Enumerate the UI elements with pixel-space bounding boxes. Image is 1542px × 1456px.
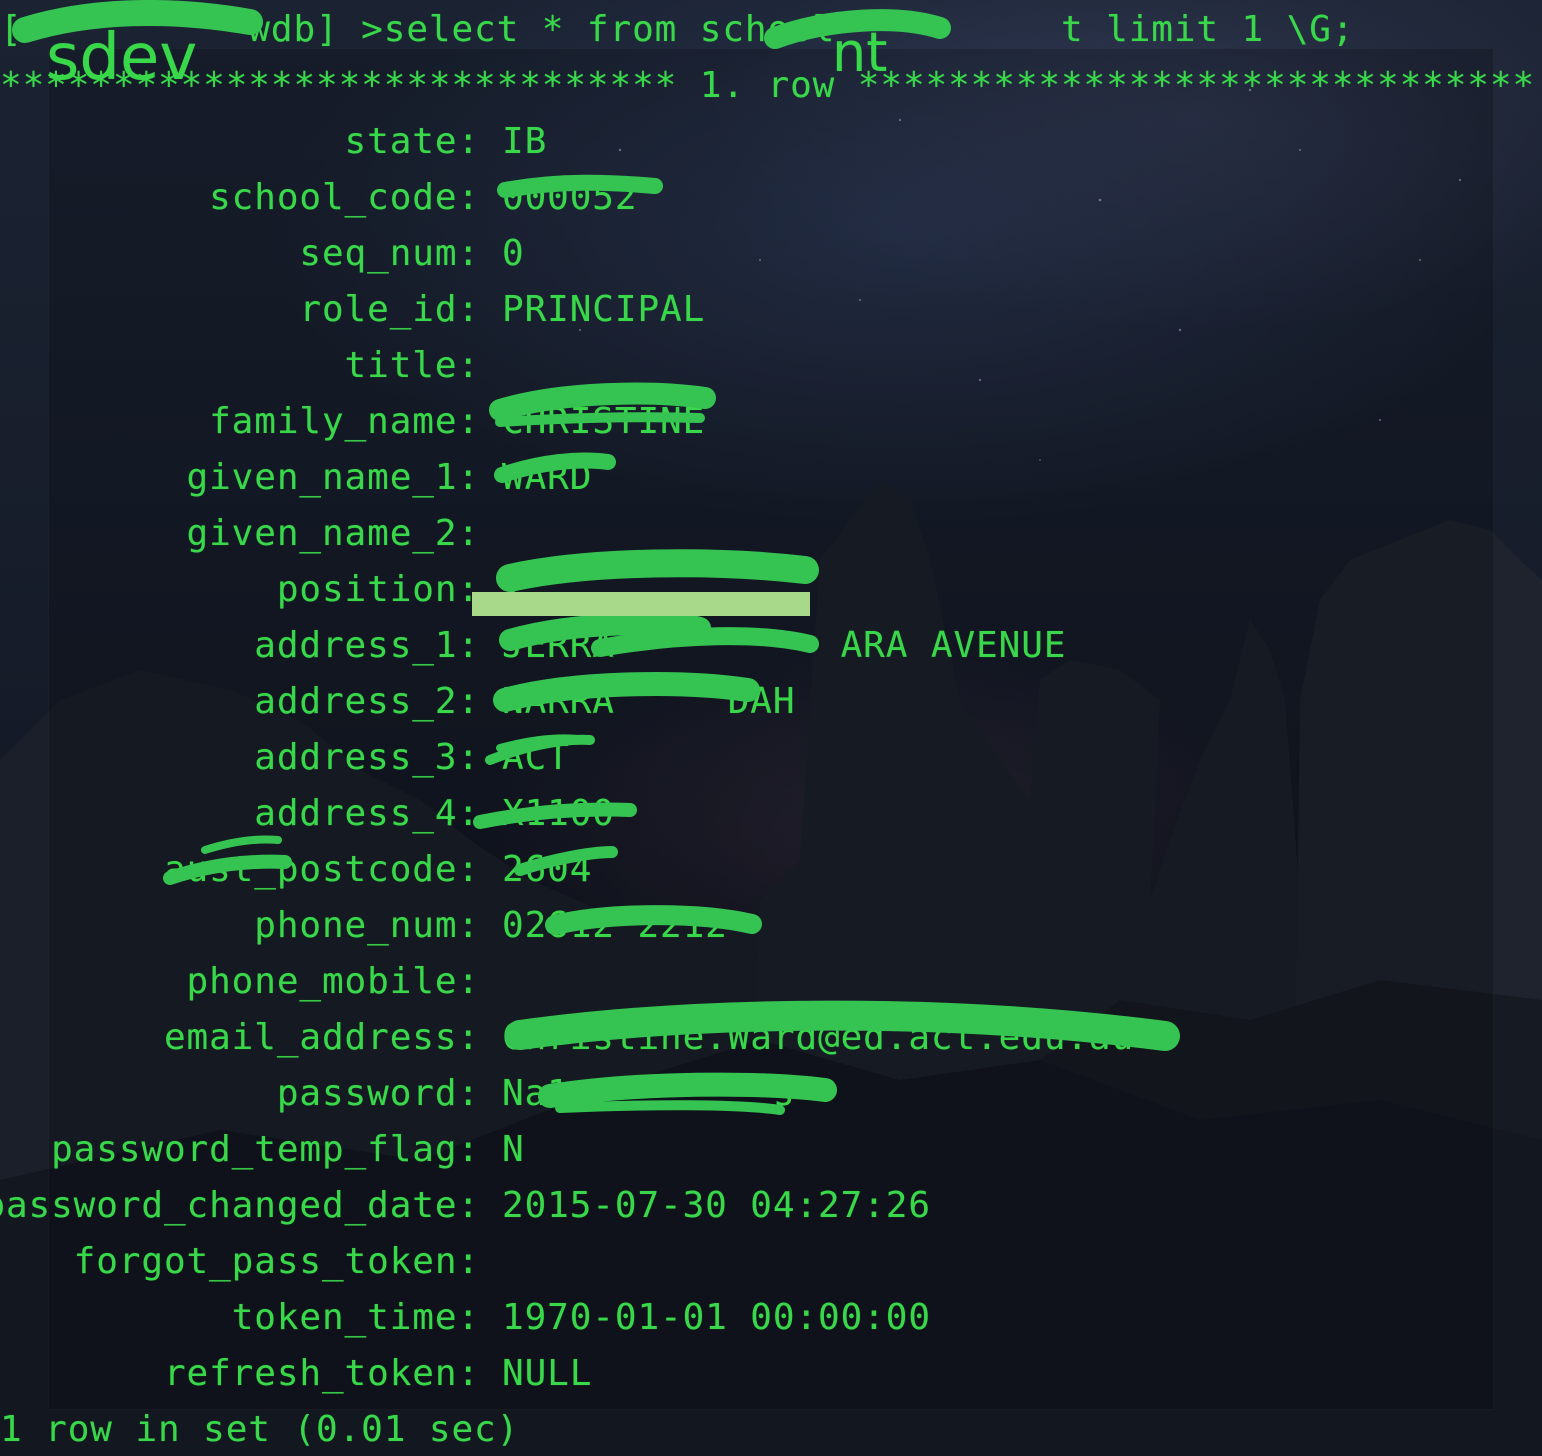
field-label: given_name_2:	[186, 513, 480, 554]
overlay-text-right: nt	[832, 21, 888, 84]
result-field-row: given_name_1: WARD	[0, 458, 1542, 498]
field-label: address_2:	[254, 681, 480, 722]
field-value: 1970-01-01 00:00:00	[502, 1297, 931, 1338]
field-value: CHRISTINE	[502, 401, 706, 442]
result-footer: 1 row in set (0.01 sec)	[0, 1409, 520, 1450]
result-field-row: phone_mobile:	[0, 962, 1542, 1002]
result-field-row: title:	[0, 346, 1542, 386]
terminal-output: [ wdb] >select * from school t limit 1 \…	[0, 0, 1542, 1456]
field-label: phone_mobile:	[186, 961, 480, 1002]
command-prompt-line: [ wdb] >select * from school t limit 1 \…	[0, 9, 1355, 50]
result-field-row: password_temp_flag: N	[0, 1130, 1542, 1170]
field-label: refresh_token:	[163, 1353, 480, 1394]
row-header: ****************************** 1. row **…	[0, 65, 1536, 106]
field-label: address_1:	[254, 625, 480, 666]
result-field-row: role_id: PRINCIPAL	[0, 290, 1542, 330]
field-label: address_4:	[254, 793, 480, 834]
field-value: X1100	[502, 793, 615, 834]
result-field-row: password: Na1 s	[0, 1074, 1542, 1114]
result-field-row: address_3: ACT	[0, 738, 1542, 778]
field-label: forgot_pass_token:	[73, 1241, 480, 1282]
field-value: 000052	[502, 177, 638, 218]
field-label: role_id:	[299, 289, 480, 330]
field-value: NULL	[502, 1353, 593, 1394]
field-label: given_name_1:	[186, 457, 480, 498]
field-label: state:	[344, 121, 480, 162]
field-value: 2604	[502, 849, 593, 890]
field-label: token_time:	[231, 1297, 480, 1338]
field-value: Na1 s	[502, 1073, 796, 1114]
field-value: PRINCIPAL	[502, 289, 706, 330]
result-field-row: token_time: 1970-01-01 00:00:00	[0, 1298, 1542, 1338]
field-label: phone_num:	[254, 905, 480, 946]
field-value: NARRA DAH	[502, 681, 796, 722]
result-field-row: family_name: CHRISTINE	[0, 402, 1542, 442]
field-value: I	[502, 569, 525, 610]
field-label: password_changed_date:	[0, 1185, 480, 1226]
result-field-row: seq_num: 0	[0, 234, 1542, 274]
result-field-row: address_2: NARRA DAH	[0, 682, 1542, 722]
result-field-row: phone_num: 02612 2212	[0, 906, 1542, 946]
field-value: 02612 2212	[502, 905, 728, 946]
field-label: email_address:	[163, 1017, 480, 1058]
result-field-row: state: IB	[0, 122, 1542, 162]
field-value: WARD	[502, 457, 593, 498]
field-label: seq_num:	[299, 233, 480, 274]
result-field-row: given_name_2:	[0, 514, 1542, 554]
field-label: title:	[344, 345, 480, 386]
field-value: N	[502, 1129, 525, 1170]
field-label: aust_postcode:	[163, 849, 480, 890]
field-label: address_3:	[254, 737, 480, 778]
field-value: IB	[502, 121, 548, 162]
field-value: JERRA ARA AVENUE	[502, 625, 1067, 666]
field-label: password_temp_flag:	[51, 1129, 480, 1170]
field-label: family_name:	[209, 401, 480, 442]
result-field-row: forgot_pass_token:	[0, 1242, 1542, 1282]
field-label: password:	[276, 1073, 480, 1114]
field-label: position:	[276, 569, 480, 610]
field-value: ACT	[502, 737, 570, 778]
result-field-row: password_changed_date: 2015-07-30 04:27:2…	[0, 1186, 1542, 1226]
result-field-row: email_address: Christine.Ward@ed.act.edu.…	[0, 1018, 1542, 1058]
overlay-text-left: sdev	[46, 21, 198, 95]
result-field-row: school_code: 000052	[0, 178, 1542, 218]
field-label: school_code:	[209, 177, 480, 218]
result-field-row: refresh_token: NULL	[0, 1354, 1542, 1394]
result-field-row: address_1: JERRA ARA AVENUE	[0, 626, 1542, 666]
field-value: 0	[502, 233, 525, 274]
field-value: Christine.Ward@ed.act.edu.au	[502, 1017, 1135, 1058]
result-field-row: address_4: X1100	[0, 794, 1542, 834]
result-field-row: aust_postcode: 2604	[0, 850, 1542, 890]
field-value: 2015-07-30 04:27:26	[502, 1185, 931, 1226]
result-field-row: position: I	[0, 570, 1542, 610]
